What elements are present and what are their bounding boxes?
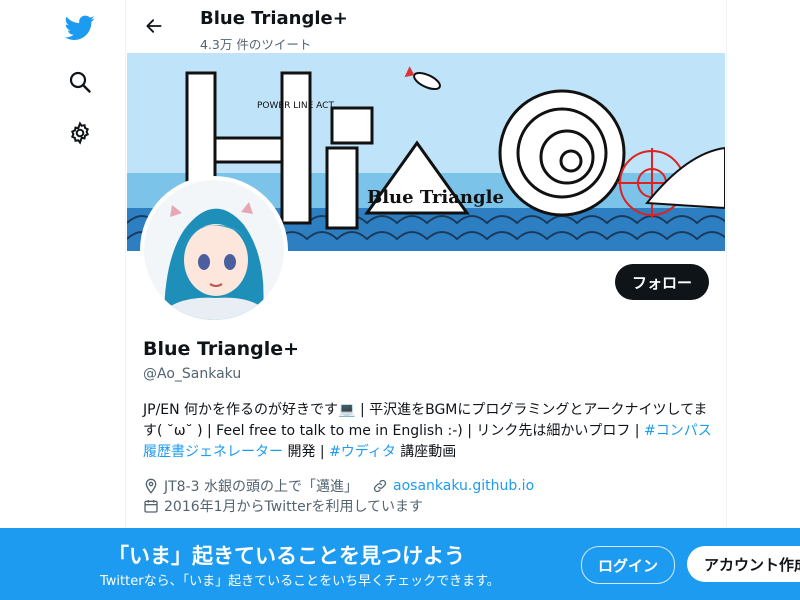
settings-icon[interactable] bbox=[62, 115, 98, 151]
website-link[interactable]: aosankaku.github.io bbox=[393, 478, 534, 494]
left-rail bbox=[0, 0, 125, 600]
back-arrow-icon[interactable] bbox=[138, 10, 170, 42]
profile-meta: JT8-3 水銀の頭の上で「邁進」 aosankaku.github.io 20… bbox=[143, 476, 718, 516]
link-icon bbox=[373, 479, 387, 493]
follow-button[interactable]: フォロー bbox=[615, 264, 709, 300]
profile-column: Blue Triangle+ 4.3万 件のツイート Blue Triangle… bbox=[125, 0, 727, 600]
login-button[interactable]: ログイン bbox=[581, 546, 675, 584]
signup-button[interactable]: アカウント作成 bbox=[687, 546, 800, 582]
website-item[interactable]: aosankaku.github.io bbox=[372, 478, 534, 494]
banner-tags: POWER LINE ACT bbox=[257, 101, 334, 111]
header-title: Blue Triangle+ bbox=[200, 8, 348, 29]
signup-banner-title: 「いま」起きていることを見つけよう bbox=[108, 544, 465, 568]
location-item: JT8-3 水銀の頭の上で「邁進」 bbox=[143, 476, 358, 496]
profile-header: Blue Triangle+ 4.3万 件のツイート bbox=[126, 0, 726, 53]
signup-banner: 「いま」起きていることを見つけよう Twitterなら、「いま」起きていることを… bbox=[0, 528, 800, 600]
profile-avatar[interactable] bbox=[144, 180, 284, 320]
profile-name: Blue Triangle+ bbox=[143, 338, 300, 360]
profile-handle: @Ao_Sankaku bbox=[143, 366, 242, 382]
joined-item: 2016年1月からTwitterを利用しています bbox=[143, 496, 423, 516]
bio-text: 開発 | bbox=[283, 444, 330, 460]
location-text: JT8-3 水銀の頭の上で「邁進」 bbox=[164, 479, 358, 495]
location-icon bbox=[145, 478, 157, 494]
joined-text: 2016年1月からTwitterを利用しています bbox=[164, 499, 424, 515]
explore-icon[interactable] bbox=[62, 64, 98, 100]
bio-text: 講座動画 bbox=[395, 444, 457, 460]
bio-text: JP/EN 何かを作るのが好きです💻 | 平沢進をBGMにプログラミングとアーク… bbox=[143, 402, 708, 439]
twitter-bird-icon[interactable] bbox=[62, 10, 98, 46]
calendar-icon bbox=[144, 500, 158, 513]
hashtag-link-wodita[interactable]: #ウディタ bbox=[329, 444, 396, 460]
banner-caption: Blue Triangle bbox=[367, 187, 504, 208]
tweet-count: 4.3万 件のツイート bbox=[200, 37, 312, 52]
signup-banner-subtitle: Twitterなら、「いま」起きていることをいち早くチェックできます。 bbox=[100, 574, 500, 589]
profile-bio: JP/EN 何かを作るのが好きです💻 | 平沢進をBGMにプログラミングとアーク… bbox=[143, 400, 718, 463]
